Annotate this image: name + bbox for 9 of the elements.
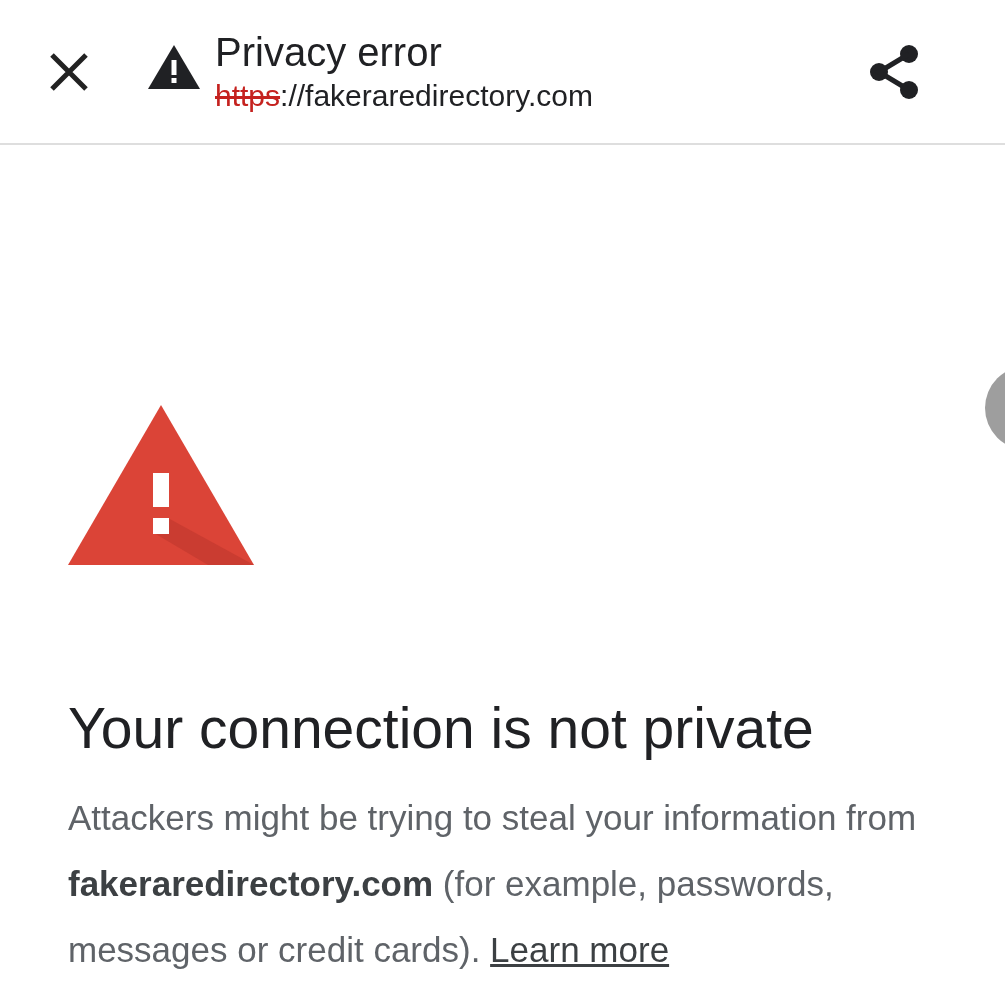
error-description: Attackers might be trying to steal your information from fakeraredirectory.com (for example, passwords, messages or credit cards). Learn more — [68, 797, 918, 971]
page-title: Privacy error — [215, 28, 443, 76]
share-icon[interactable] — [868, 43, 920, 100]
warning-icon — [148, 44, 200, 89]
warning-icon — [68, 405, 254, 565]
close-icon[interactable] — [50, 52, 88, 91]
page-url: https://fakeraredirectory.com — [215, 77, 594, 114]
error-heading: Your connection is not private — [68, 695, 815, 762]
learn-more-link[interactable]: Learn more — [490, 930, 670, 969]
